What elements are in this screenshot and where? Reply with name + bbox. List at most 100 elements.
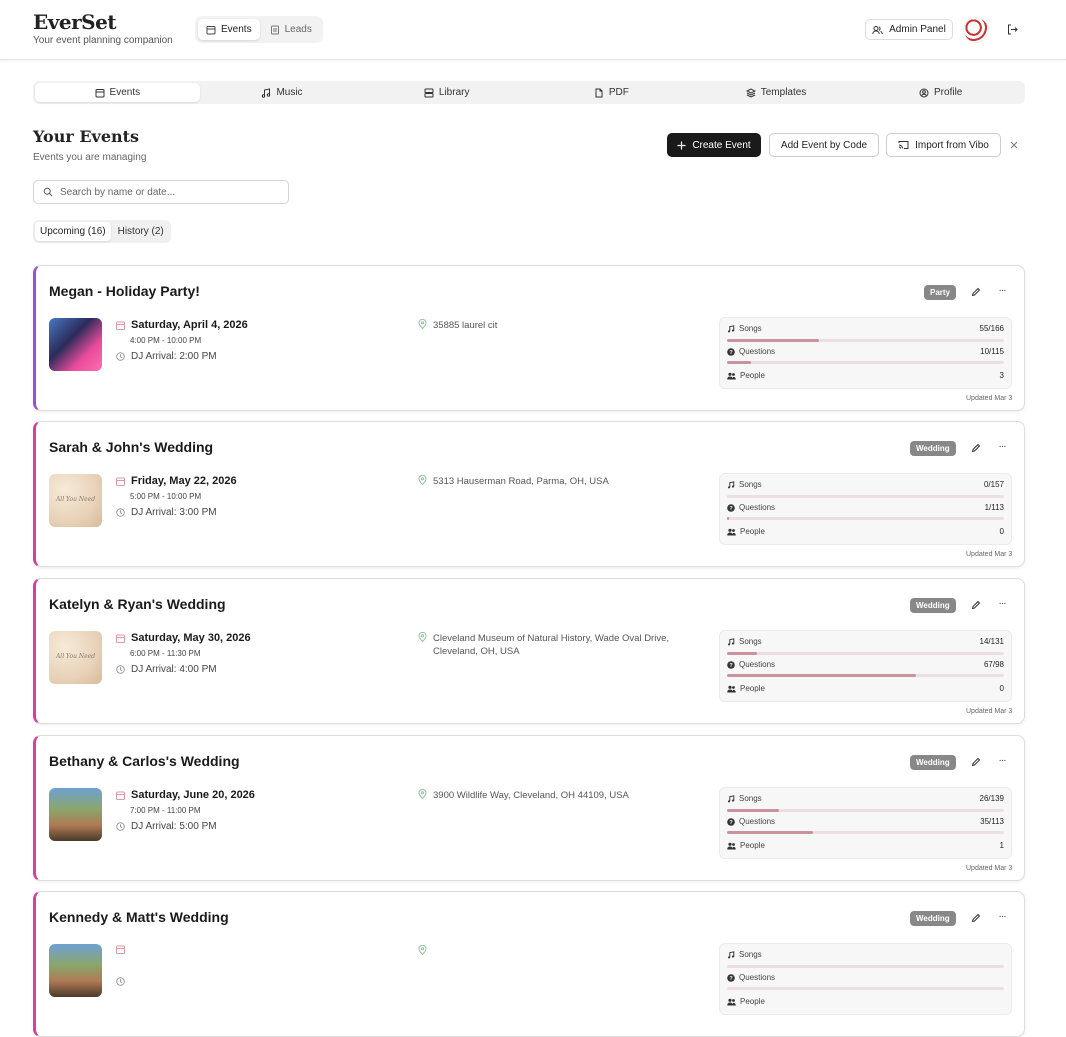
event-card[interactable]: Megan - Holiday Party! Party ··· Saturday, … [33, 265, 1025, 411]
more-options-icon[interactable]: ··· [996, 912, 1008, 924]
filter-upcoming[interactable]: Upcoming (16) [35, 222, 111, 241]
event-location: 5313 Hauserman Road, Parma, OH, USA [433, 476, 609, 487]
questions-progress-bar [727, 517, 1004, 520]
event-progress-panel: Songs? Questions People [719, 943, 1012, 1015]
event-card[interactable]: Sarah & John's Wedding Wedding ··· All You … [33, 421, 1025, 567]
songs-label: Songs [739, 480, 762, 489]
app-tagline: Your event planning companion [33, 35, 173, 46]
event-title[interactable]: Katelyn & Ryan's Wedding [49, 596, 226, 612]
event-date: Saturday, May 30, 2026 [131, 632, 251, 644]
event-title[interactable]: Sarah & John's Wedding [49, 439, 213, 455]
event-time: 5:00 PM - 10:00 PM [130, 492, 202, 501]
people-label: People [740, 841, 765, 850]
event-title[interactable]: Kennedy & Matt's Wedding [49, 909, 229, 925]
more-options-icon[interactable]: ··· [996, 756, 1008, 768]
event-date: Saturday, June 20, 2026 [131, 789, 255, 801]
event-thumbnail [49, 788, 102, 841]
event-card[interactable]: Kennedy & Matt's Wedding Wedding ··· Songs?… [33, 891, 1025, 1037]
search-input[interactable] [60, 186, 270, 198]
tab-templates[interactable]: Templates [694, 83, 859, 102]
songs-count: 26/139 [979, 794, 1004, 803]
search-field[interactable] [33, 180, 289, 204]
event-location: 3900 Wildlife Way, Cleveland, OH 44109, … [433, 790, 629, 801]
tab-pdf[interactable]: PDF [529, 83, 694, 102]
document-icon [270, 25, 279, 34]
questions-count: 1/113 [984, 503, 1004, 512]
brand[interactable]: EverSet Your event planning companion [33, 11, 173, 46]
clock-icon [116, 822, 125, 831]
questions-progress-bar [727, 674, 1004, 677]
avatar[interactable] [963, 17, 989, 43]
event-date: Saturday, April 4, 2026 [131, 319, 248, 331]
profile-icon [919, 88, 929, 97]
calendar-icon [95, 88, 105, 97]
event-time: 6:00 PM - 11:30 PM [130, 649, 201, 658]
music-icon [727, 794, 735, 802]
people-row: People 1 [727, 841, 1004, 850]
topnav-leads[interactable]: Leads [262, 19, 320, 40]
more-options-icon[interactable]: ··· [996, 599, 1008, 611]
songs-label: Songs [739, 794, 762, 803]
tab-music[interactable]: Music [200, 83, 365, 102]
admin-panel-button[interactable]: Admin Panel [865, 19, 953, 40]
create-event-button[interactable]: Create Event [667, 133, 761, 157]
updated-timestamp: Updated Mar 3 [966, 708, 1013, 715]
event-type-badge: Party [924, 285, 957, 300]
add-event-by-code-button[interactable]: Add Event by Code [769, 133, 879, 157]
songs-progress-fill [727, 652, 757, 655]
calendar-icon [206, 25, 216, 34]
filter-history[interactable]: History (2) [113, 222, 169, 241]
event-card[interactable]: Katelyn & Ryan's Wedding Wedding ··· All Yo… [33, 578, 1025, 724]
import-from-vibo-button[interactable]: Import from Vibo [886, 133, 1001, 157]
dj-arrival: DJ Arrival: 3:00 PM [131, 507, 217, 518]
questions-label: Questions [739, 347, 776, 356]
edit-icon[interactable] [971, 443, 981, 453]
event-title[interactable]: Megan - Holiday Party! [49, 283, 200, 299]
cast-icon [898, 141, 909, 149]
tab-templates-label: Templates [760, 87, 807, 98]
tab-library[interactable]: Library [364, 83, 529, 102]
edit-icon[interactable] [971, 287, 981, 297]
event-date-row: Saturday, May 30, 2026 [116, 632, 251, 644]
tab-events[interactable]: Events [35, 83, 200, 102]
event-thumbnail: All You Need [49, 631, 102, 684]
people-icon [727, 372, 736, 379]
close-icon[interactable] [1009, 140, 1019, 150]
more-options-icon[interactable]: ··· [996, 442, 1008, 454]
edit-icon[interactable] [971, 757, 981, 767]
music-icon [727, 637, 735, 645]
event-card[interactable]: Bethany & Carlos's Wedding Wedding ··· Satu… [33, 735, 1025, 881]
event-progress-panel: Songs 55/166? Questions 10/115 People 3 [719, 317, 1012, 389]
event-location-row: Cleveland Museum of Natural History, Wad… [418, 632, 693, 658]
edit-icon[interactable] [971, 913, 981, 923]
tab-music-label: Music [276, 87, 303, 98]
dj-arrival-row: DJ Arrival: 2:00 PM [116, 351, 217, 362]
dj-arrival-row: DJ Arrival: 4:00 PM [116, 664, 217, 675]
edit-icon[interactable] [971, 600, 981, 610]
questions-row: ? Questions [727, 973, 1004, 982]
music-icon [727, 480, 735, 488]
calendar-icon [116, 477, 125, 486]
layers-icon [745, 87, 756, 98]
question-icon: ? [727, 817, 735, 826]
calendar-icon [116, 791, 125, 800]
songs-label: Songs [739, 637, 762, 646]
users-icon [872, 25, 883, 34]
map-pin-icon [418, 945, 427, 955]
event-progress-panel: Songs 14/131? Questions 67/98 People 0 [719, 630, 1012, 702]
logout-icon[interactable] [1006, 23, 1019, 36]
clock-icon [116, 977, 125, 986]
music-icon [262, 87, 271, 98]
event-date-row [116, 945, 131, 954]
create-event-label: Create Event [692, 139, 751, 151]
songs-progress-bar [727, 652, 1004, 655]
people-label: People [740, 997, 765, 1006]
event-title[interactable]: Bethany & Carlos's Wedding [49, 753, 240, 769]
tab-profile[interactable]: Profile [858, 83, 1023, 102]
pdf-icon [595, 88, 603, 97]
songs-row: Songs 0/157 [727, 480, 1004, 489]
event-location: Cleveland Museum of Natural History, Wad… [433, 633, 669, 657]
more-options-icon[interactable]: ··· [996, 286, 1008, 298]
question-icon: ? [727, 973, 735, 982]
topnav-events[interactable]: Events [198, 19, 260, 40]
